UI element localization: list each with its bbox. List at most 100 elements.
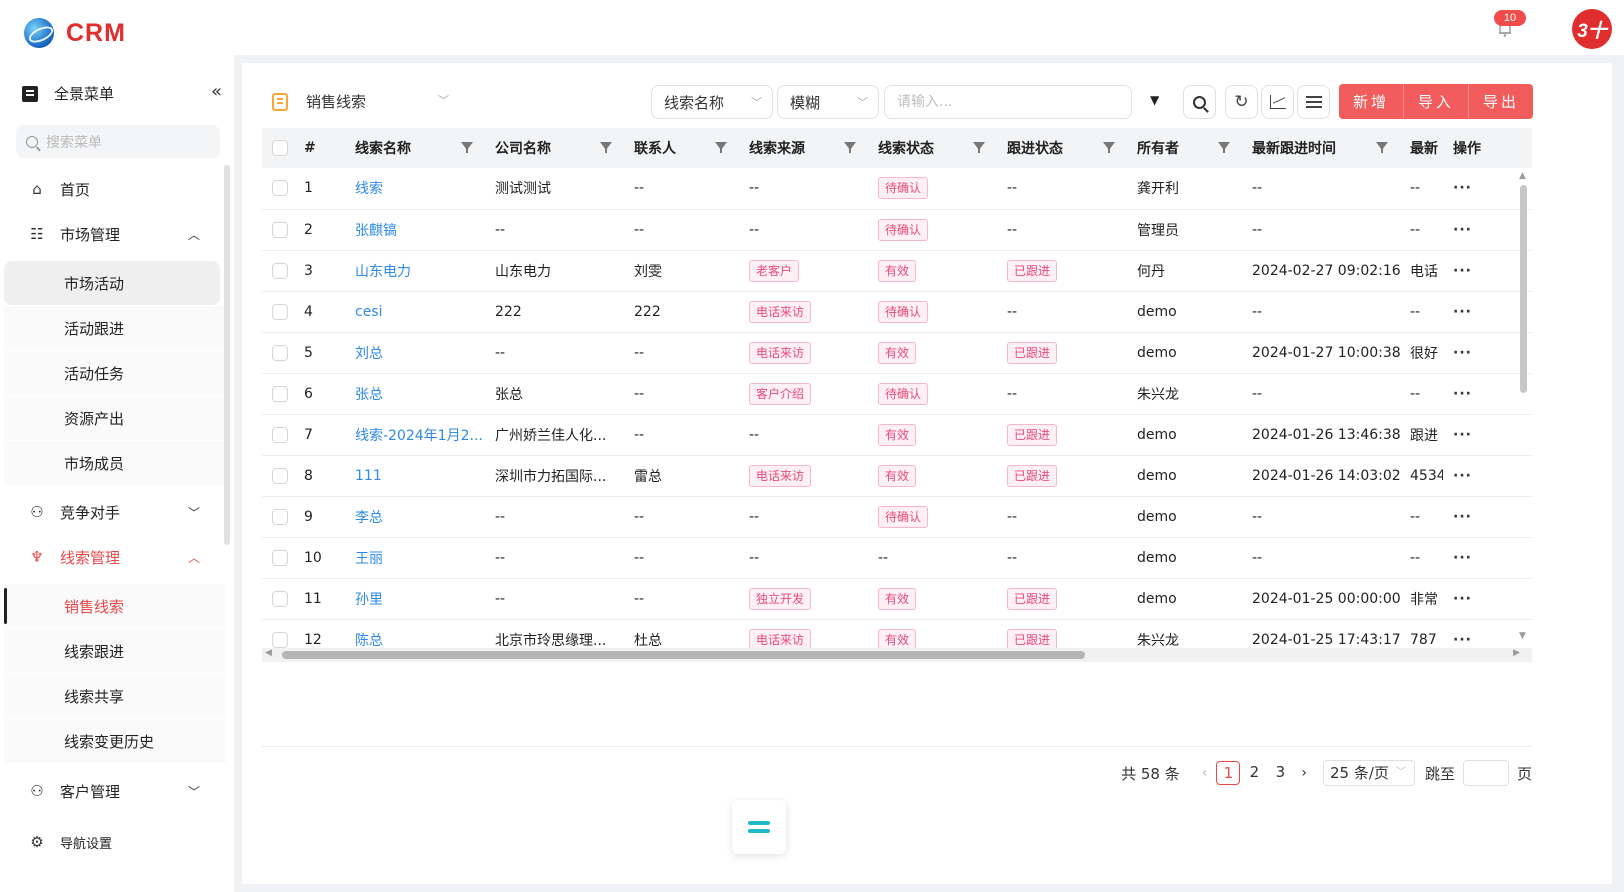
- column-header[interactable]: 线索状态: [868, 128, 997, 168]
- match-mode-select[interactable]: 模糊 ﹀: [777, 85, 879, 119]
- scroll-left-icon[interactable]: ◀: [265, 648, 272, 658]
- row-checkbox[interactable]: [272, 344, 288, 361]
- filter-icon[interactable]: [715, 142, 727, 153]
- more-actions-icon[interactable]: ···: [1453, 550, 1472, 566]
- filter-icon[interactable]: [600, 142, 612, 153]
- jump-page-input[interactable]: [1462, 760, 1509, 786]
- table-row[interactable]: 1 线索 测试测试 -- -- 待确认 -- 龚开利 -- -- ···: [262, 168, 1532, 210]
- more-actions-icon[interactable]: ···: [1453, 386, 1472, 402]
- prev-page-icon[interactable]: ‹: [1202, 765, 1208, 781]
- sidebar-item-lead-history[interactable]: 线索变更历史: [4, 719, 226, 763]
- sidebar-item-customer[interactable]: ⚇ 客户管理 ﹀: [0, 769, 226, 813]
- table-row[interactable]: 5 刘总 -- -- 电话来访 有效 已跟进 demo 2024-01-27 10:00:38 很…: [262, 332, 1532, 374]
- row-checkbox[interactable]: [272, 590, 288, 607]
- row-checkbox[interactable]: [272, 549, 288, 566]
- lead-name-link[interactable]: 王丽: [355, 551, 383, 567]
- lead-name-link[interactable]: 刘总: [355, 346, 383, 362]
- next-page-icon[interactable]: ›: [1301, 765, 1307, 781]
- lead-name-link[interactable]: 111: [355, 468, 382, 484]
- more-actions-icon[interactable]: ···: [1453, 263, 1472, 279]
- panorama-menu-label[interactable]: 全景菜单: [54, 83, 114, 104]
- table-horizontal-scrollbar[interactable]: ◀ ▶: [262, 648, 1532, 662]
- page-size-select[interactable]: 25 条/页 ﹀: [1322, 760, 1415, 786]
- lead-name-link[interactable]: 孙里: [355, 592, 383, 608]
- row-checkbox[interactable]: [272, 180, 288, 197]
- lead-name-link[interactable]: 张麒镐: [355, 223, 397, 239]
- import-button[interactable]: 导入: [1404, 84, 1469, 119]
- scroll-right-icon[interactable]: ▶: [1513, 648, 1520, 658]
- filter-icon[interactable]: [1218, 142, 1230, 153]
- caret-down-icon[interactable]: ▼: [1150, 93, 1159, 107]
- sidebar-item-lead-share[interactable]: 线索共享: [4, 674, 226, 718]
- table-vertical-scrollbar[interactable]: ▲ ▼: [1518, 171, 1528, 641]
- more-actions-icon[interactable]: ···: [1453, 304, 1472, 320]
- more-actions-icon[interactable]: ···: [1453, 468, 1472, 484]
- more-actions-icon[interactable]: ···: [1453, 222, 1472, 238]
- sidebar-item-activity-follow[interactable]: 活动跟进: [4, 306, 226, 350]
- column-header[interactable]: 所有者: [1127, 128, 1242, 168]
- more-actions-icon[interactable]: ···: [1453, 632, 1472, 648]
- table-row[interactable]: 3 山东电力 山东电力 刘雯 老客户 有效 已跟进 何丹 2024-02-27 09:02:16…: [262, 250, 1532, 292]
- select-all-checkbox[interactable]: [272, 140, 288, 156]
- lead-name-link[interactable]: cesi: [355, 304, 383, 320]
- menu-search-input[interactable]: 搜索菜单: [16, 125, 220, 158]
- table-row[interactable]: 4 cesi 222 222 电话来访 待确认 -- demo -- -- ···: [262, 291, 1532, 333]
- row-checkbox[interactable]: [272, 426, 288, 443]
- row-checkbox[interactable]: [272, 631, 288, 648]
- row-checkbox[interactable]: [272, 467, 288, 484]
- page-number[interactable]: 2: [1242, 761, 1266, 785]
- sidebar-item-market-activity[interactable]: 市场活动: [4, 261, 220, 305]
- column-header[interactable]: 公司名称: [485, 128, 624, 168]
- column-header[interactable]: 最新跟进时间: [1242, 128, 1400, 168]
- table-row[interactable]: 6 张总 张总 -- 客户介绍 待确认 -- 朱兴龙 -- -- ···: [262, 373, 1532, 415]
- sidebar-item-lead-management[interactable]: ♆ 线索管理 ︿: [0, 535, 226, 579]
- lead-name-link[interactable]: 李总: [355, 510, 383, 526]
- column-header[interactable]: 最新: [1400, 128, 1443, 168]
- column-settings-button[interactable]: [1297, 85, 1330, 119]
- add-button[interactable]: 新增: [1339, 84, 1404, 119]
- more-actions-icon[interactable]: ···: [1453, 591, 1472, 607]
- user-avatar[interactable]: 3十: [1572, 9, 1612, 49]
- column-header[interactable]: 线索来源: [739, 128, 868, 168]
- table-row[interactable]: 7 线索-2024年1月2... 广州娇兰佳人化... -- -- 有效 已跟进 demo 20…: [262, 414, 1532, 456]
- field-select[interactable]: 线索名称 ﹀: [651, 85, 773, 119]
- sidebar-item-activity-task[interactable]: 活动任务: [4, 351, 226, 395]
- scroll-up-icon[interactable]: ▲: [1519, 171, 1526, 181]
- sidebar-item-competitor[interactable]: ⚇ 竞争对手 ﹀: [0, 490, 226, 534]
- column-header[interactable]: 联系人: [624, 128, 739, 168]
- filter-icon[interactable]: [844, 142, 856, 153]
- column-header[interactable]: 线索名称: [345, 128, 485, 168]
- view-selector[interactable]: 销售线索 ﹀: [272, 91, 449, 112]
- sidebar-scrollbar[interactable]: [224, 165, 230, 545]
- lead-name-link[interactable]: 陈总: [355, 633, 383, 649]
- scroll-down-icon[interactable]: ▼: [1519, 631, 1526, 641]
- refresh-button[interactable]: ↻: [1225, 85, 1258, 119]
- search-button[interactable]: [1183, 85, 1216, 119]
- page-number-current[interactable]: 1: [1216, 761, 1241, 785]
- row-checkbox[interactable]: [272, 508, 288, 525]
- lead-name-link[interactable]: 线索-2024年1月2...: [355, 428, 483, 444]
- table-row[interactable]: 8 111 深圳市力拓国际... 雷总 电话来访 有效 已跟进 demo 2024-01-26 …: [262, 455, 1532, 497]
- app-logo[interactable]: CRM: [24, 18, 126, 48]
- sidebar-item-market[interactable]: ☷ 市场管理 ︿: [0, 212, 226, 256]
- row-checkbox[interactable]: [272, 262, 288, 279]
- row-checkbox[interactable]: [272, 385, 288, 402]
- scroll-thumb[interactable]: [282, 651, 1085, 659]
- page-number[interactable]: 3: [1268, 761, 1292, 785]
- scroll-thumb[interactable]: [1520, 185, 1527, 393]
- sidebar-item-nav-settings[interactable]: ⚙ 导航设置: [0, 820, 226, 864]
- sidebar-item-market-member[interactable]: 市场成员: [4, 441, 226, 485]
- chart-button[interactable]: [1261, 85, 1294, 119]
- filter-icon[interactable]: [1376, 142, 1388, 153]
- collapse-sidebar-icon[interactable]: «: [211, 81, 222, 102]
- quick-menu-button[interactable]: [732, 800, 786, 854]
- search-input[interactable]: [884, 85, 1132, 119]
- more-actions-icon[interactable]: ···: [1453, 180, 1472, 196]
- sidebar-item-resource-output[interactable]: 资源产出: [4, 396, 226, 440]
- row-checkbox[interactable]: [272, 221, 288, 238]
- filter-icon[interactable]: [461, 142, 473, 153]
- sidebar-item-sales-lead[interactable]: 销售线索: [4, 584, 226, 628]
- lead-name-link[interactable]: 山东电力: [355, 264, 411, 280]
- more-actions-icon[interactable]: ···: [1453, 427, 1472, 443]
- filter-icon[interactable]: [1103, 142, 1115, 153]
